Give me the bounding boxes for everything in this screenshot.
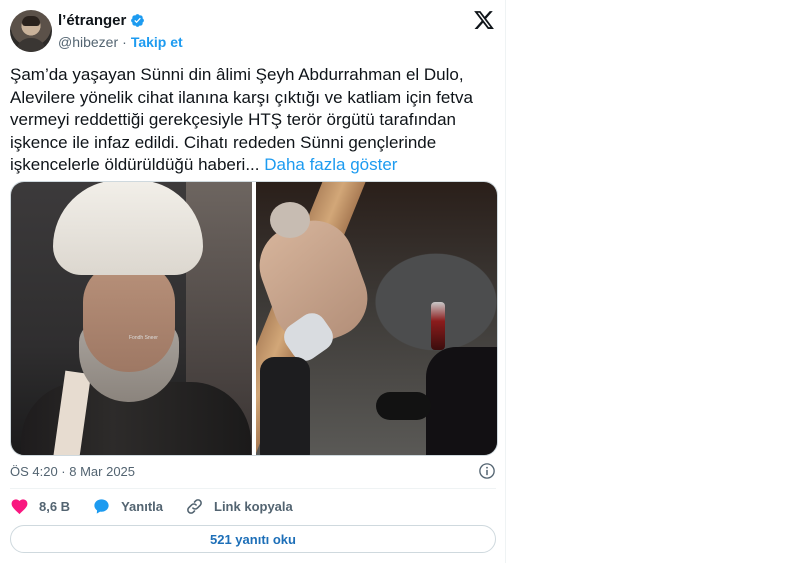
tweet-timestamp[interactable]: ÖS 4:20 · 8 Mar 2025 — [10, 464, 135, 479]
copy-link-label: Link kopyala — [214, 499, 293, 514]
tweet-text: Şam’da yaşayan Sünni din âlimi Şeyh Abdu… — [10, 65, 473, 174]
link-icon — [187, 499, 202, 514]
show-more-link[interactable]: Daha fazla göster — [264, 155, 397, 174]
tweet-media: Fondh Sneer — [10, 181, 498, 456]
author-display-name[interactable]: l’étranger — [58, 12, 126, 29]
user-avatar-icon[interactable] — [10, 10, 52, 52]
embedded-tweet-card: l’étranger @hibezer · Takip et Şam’da ya… — [0, 0, 506, 563]
info-icon[interactable] — [478, 462, 496, 480]
like-count: 8,6 B — [39, 499, 71, 514]
verified-badge-icon — [131, 14, 145, 27]
follow-button[interactable]: Takip et — [131, 34, 183, 50]
tweet-photo-1[interactable]: Fondh Sneer — [11, 182, 252, 455]
x-logo-icon[interactable] — [473, 9, 495, 31]
reply-bubble-icon — [94, 499, 109, 514]
like-button[interactable]: 8,6 B — [10, 497, 70, 516]
photo-watermark: Fondh Sneer — [129, 335, 158, 341]
handle-separator: · — [122, 34, 127, 50]
timestamp-row: ÖS 4:20 · 8 Mar 2025 — [10, 462, 496, 480]
reply-label: Yanıtla — [121, 499, 163, 514]
tweet-photo-2[interactable] — [256, 182, 497, 455]
divider — [10, 488, 496, 489]
reply-button[interactable]: Yanıtla — [92, 497, 163, 516]
read-replies-button[interactable]: 521 yanıtı oku — [10, 525, 496, 553]
author-handle[interactable]: @hibezer — [58, 34, 118, 50]
tweet-body: Şam’da yaşayan Sünni din âlimi Şeyh Abdu… — [10, 64, 490, 177]
author-name-row: l’étranger — [58, 12, 145, 29]
tweet-actions: 8,6 B Yanıtla Link kopyala — [10, 497, 315, 516]
copy-link-button[interactable]: Link kopyala — [185, 497, 293, 516]
author-handle-row: @hibezer · Takip et — [58, 34, 183, 50]
heart-icon — [11, 499, 28, 515]
